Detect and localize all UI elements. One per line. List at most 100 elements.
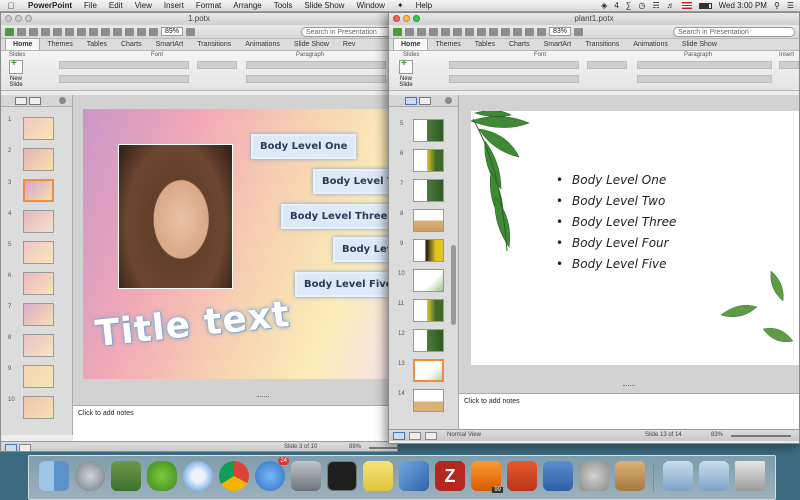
menu-window[interactable]: Window <box>350 1 390 10</box>
tab-animations[interactable]: Animations <box>626 39 675 50</box>
notes-pane[interactable]: Click to add notes <box>459 393 799 429</box>
slide-thumbnail[interactable] <box>23 272 54 295</box>
help-icon[interactable] <box>574 27 584 36</box>
slide-thumbnail[interactable] <box>413 389 444 412</box>
format-icon[interactable] <box>489 27 498 36</box>
normal-view-button[interactable] <box>393 432 405 440</box>
font-size-row[interactable] <box>587 61 627 69</box>
print-icon[interactable] <box>53 27 62 36</box>
tab-tables[interactable]: Tables <box>80 39 114 50</box>
bullet-body-level-four[interactable]: Body Level Four <box>556 233 676 254</box>
save-icon[interactable] <box>41 27 50 36</box>
open-icon[interactable] <box>417 27 426 36</box>
menu-help[interactable]: Help <box>410 1 438 10</box>
close-pane-icon[interactable] <box>445 97 452 104</box>
close-pane-icon[interactable] <box>59 97 66 104</box>
format-icon[interactable] <box>101 27 110 36</box>
tab-review[interactable]: Rev <box>336 39 362 50</box>
templates-icon[interactable] <box>405 27 414 36</box>
body-level-one[interactable]: Body Level One <box>251 134 357 159</box>
menu-slide-show[interactable]: Slide Show <box>298 1 350 10</box>
preview-icon[interactable] <box>111 461 141 491</box>
slides-view-tab[interactable] <box>405 96 417 105</box>
tab-transitions[interactable]: Transitions <box>578 39 626 50</box>
window-titlebar[interactable]: plant1.potx <box>389 13 799 25</box>
slide-thumbnail[interactable] <box>23 241 54 264</box>
filezilla-icon[interactable]: Z <box>435 461 465 491</box>
media-icon[interactable] <box>537 27 546 36</box>
sublime-text-icon[interactable]: 99 <box>471 461 503 493</box>
font-size-row[interactable] <box>197 61 237 69</box>
slide-bullet-list[interactable]: Body Level One Body Level Two Body Level… <box>556 170 676 275</box>
slide-thumbnail[interactable] <box>413 329 444 352</box>
menu-tools[interactable]: Tools <box>268 1 299 10</box>
bullet-body-level-two[interactable]: Body Level Two <box>556 191 676 212</box>
paragraph-row-2[interactable] <box>637 75 772 83</box>
undo-icon[interactable] <box>501 27 510 36</box>
keychain-icon[interactable] <box>579 461 609 491</box>
status-icon[interactable]: ◈ <box>601 1 607 10</box>
menu-app-powerpoint[interactable]: PowerPoint <box>22 1 78 10</box>
bullet-body-level-one[interactable]: Body Level One <box>556 170 676 191</box>
menu-edit[interactable]: Edit <box>103 1 129 10</box>
launchpad-icon[interactable] <box>75 461 105 491</box>
minimize-button[interactable] <box>403 15 410 22</box>
undo-icon[interactable] <box>113 27 122 36</box>
safari-icon[interactable] <box>183 461 213 491</box>
slide-thumbnail-selected[interactable] <box>23 179 54 202</box>
new-icon[interactable] <box>5 27 14 36</box>
bullet-body-level-five[interactable]: Body Level Five <box>556 254 676 275</box>
font-format-row[interactable] <box>59 75 189 83</box>
slide-thumbnail[interactable] <box>413 269 444 292</box>
paragraph-row-1[interactable] <box>637 61 772 69</box>
tab-animations[interactable]: Animations <box>238 39 287 50</box>
terminal-icon[interactable] <box>327 461 357 491</box>
close-button[interactable] <box>393 15 400 22</box>
open-icon[interactable] <box>29 27 38 36</box>
zoom-button[interactable] <box>25 15 32 22</box>
menu-list-icon[interactable]: ☰ <box>787 1 794 10</box>
tab-smartart[interactable]: SmartArt <box>149 39 191 50</box>
tab-themes[interactable]: Themes <box>40 39 79 50</box>
slide-thumbnail[interactable] <box>23 210 54 233</box>
keynote-icon[interactable] <box>543 461 573 491</box>
menu-view[interactable]: View <box>129 1 158 10</box>
slide-thumbnail[interactable] <box>23 396 54 419</box>
splitter-handle[interactable] <box>623 385 635 388</box>
slide-thumbnail[interactable] <box>23 303 54 326</box>
slide-thumbnail[interactable] <box>23 334 54 357</box>
font-name-field[interactable] <box>449 61 579 69</box>
redo-icon[interactable] <box>125 27 134 36</box>
slide-thumbnail[interactable] <box>413 239 444 262</box>
system-preferences-icon[interactable] <box>291 461 321 491</box>
slide-thumbnail[interactable] <box>413 209 444 232</box>
insert-row[interactable] <box>779 61 799 69</box>
body-level-two[interactable]: Body Level Two <box>313 169 389 194</box>
downloads-stack-icon[interactable] <box>699 461 729 491</box>
apple-icon[interactable]:  <box>0 1 22 11</box>
xcode-icon[interactable] <box>399 461 429 491</box>
paste-icon[interactable] <box>89 27 98 36</box>
slide-thumbnail-selected[interactable] <box>413 359 444 382</box>
tab-smartart[interactable]: SmartArt <box>537 39 579 50</box>
slide-thumbnail[interactable] <box>413 119 444 142</box>
search-input[interactable]: Search in Presentation <box>301 26 393 37</box>
portrait-photo[interactable] <box>118 144 233 289</box>
slides-view-tab[interactable] <box>15 96 27 105</box>
chrome-icon[interactable] <box>219 461 249 491</box>
font-name-field[interactable] <box>59 61 189 69</box>
menu-file[interactable]: File <box>78 1 103 10</box>
cut-icon[interactable] <box>65 27 74 36</box>
slide-thumbnail[interactable] <box>413 299 444 322</box>
tab-charts[interactable]: Charts <box>502 39 537 50</box>
spotlight-icon[interactable]: ⚲ <box>774 1 780 10</box>
battery-icon[interactable] <box>698 2 712 9</box>
outline-view-tab[interactable] <box>29 96 41 105</box>
menu-format[interactable]: Format <box>190 1 227 10</box>
menu-insert[interactable]: Insert <box>158 1 190 10</box>
redo-icon[interactable] <box>513 27 522 36</box>
new-slide-button[interactable]: New Slide <box>3 58 29 88</box>
body-level-four[interactable]: Body Level Four <box>333 237 389 262</box>
picture-icon[interactable] <box>137 27 146 36</box>
tab-charts[interactable]: Charts <box>114 39 149 50</box>
